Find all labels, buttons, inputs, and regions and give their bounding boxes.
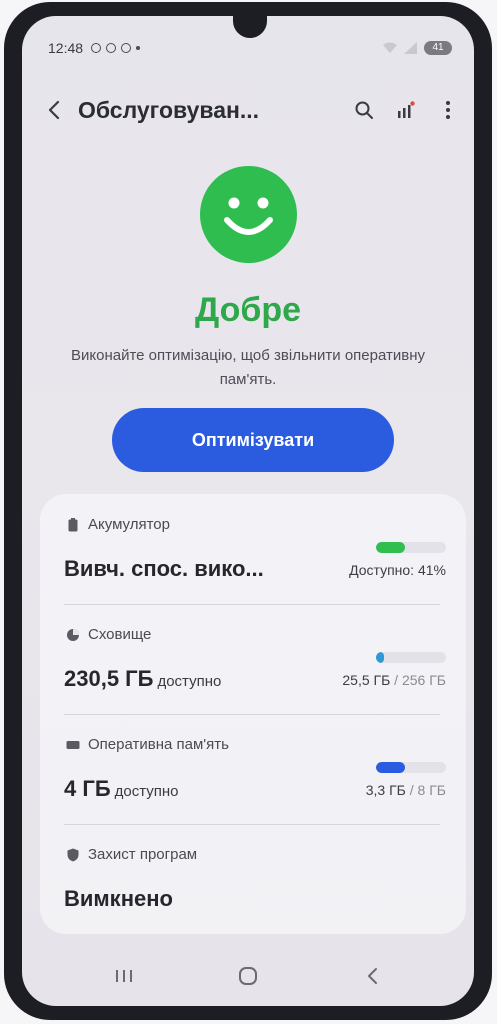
status-label: Добре bbox=[194, 291, 302, 329]
protection-label: Захист програм bbox=[66, 846, 197, 863]
ram-row[interactable]: Оперативна пам'ять 4 ГБ доступно 3,3 ГБ /… bbox=[40, 714, 466, 824]
dot-icon bbox=[136, 46, 141, 50]
battery-progress-bar bbox=[376, 542, 446, 553]
app-protection-row[interactable]: Захист програм Вимкнено bbox=[40, 824, 466, 934]
storage-label-text: Сховище bbox=[88, 626, 152, 643]
recents-icon[interactable] bbox=[104, 956, 144, 996]
status-notification-icons bbox=[91, 43, 141, 53]
header-actions bbox=[352, 98, 460, 122]
status-right: 41 bbox=[382, 41, 452, 55]
protection-label-text: Захист програм bbox=[88, 846, 198, 863]
protection-value: Вимкнено bbox=[64, 886, 173, 911]
battery-usage: Доступно: 41% bbox=[349, 562, 446, 578]
battery-row[interactable]: Акумулятор Вивч. спос. вико... Доступно:… bbox=[40, 494, 466, 604]
battery-progress-fill bbox=[376, 542, 405, 553]
signal-icon bbox=[404, 42, 417, 54]
screen: 12:48 41 Обслуговуван... Добре Виконайте… bbox=[22, 16, 474, 1006]
wifi-icon bbox=[383, 42, 397, 53]
info-card: Акумулятор Вивч. спос. вико... Доступно:… bbox=[40, 494, 466, 934]
ram-usage: 3,3 ГБ / 8 ГБ bbox=[366, 782, 446, 798]
storage-used: 25,5 ГБ bbox=[342, 672, 391, 688]
ram-progress-fill bbox=[376, 762, 405, 773]
search-icon[interactable] bbox=[352, 98, 376, 122]
smiley-face-icon bbox=[200, 166, 297, 263]
storage-value: 230,5 ГБ доступно bbox=[64, 666, 221, 692]
ram-label: Оперативна пам'ять bbox=[66, 736, 229, 753]
storage-progress-fill bbox=[376, 652, 385, 663]
battery-label: Акумулятор bbox=[66, 516, 170, 533]
status-description: Виконайте оптимізацію, щоб звільнити опе… bbox=[70, 347, 426, 388]
ram-value-text: 4 ГБ bbox=[64, 776, 111, 801]
stats-icon[interactable] bbox=[394, 98, 418, 122]
notification-icon bbox=[121, 43, 132, 53]
camera-notch bbox=[233, 16, 267, 38]
optimize-button[interactable]: Оптимізувати bbox=[112, 408, 394, 472]
shield-icon bbox=[66, 848, 80, 862]
back-arrow-icon[interactable] bbox=[40, 96, 68, 124]
storage-sep: / bbox=[390, 672, 402, 688]
storage-progress-bar bbox=[376, 652, 446, 663]
ram-total: 8 ГБ bbox=[417, 782, 446, 798]
storage-label: Сховище bbox=[66, 626, 151, 643]
app-header: Обслуговуван... bbox=[40, 90, 460, 130]
storage-suffix: доступно bbox=[157, 673, 222, 690]
ram-used: 3,3 ГБ bbox=[365, 782, 406, 798]
battery-icon bbox=[66, 517, 80, 532]
storage-value-text: 230,5 ГБ bbox=[64, 666, 154, 691]
page-title: Обслуговуван... bbox=[78, 96, 260, 123]
back-icon[interactable] bbox=[352, 956, 392, 996]
navigation-bar bbox=[22, 946, 474, 1006]
notification-icon bbox=[91, 43, 102, 53]
storage-icon bbox=[66, 628, 80, 642]
home-icon[interactable] bbox=[228, 956, 268, 996]
battery-label-text: Акумулятор bbox=[88, 516, 170, 533]
location-icon bbox=[106, 43, 117, 53]
storage-total: 256 ГБ bbox=[401, 672, 446, 688]
more-vert-icon[interactable] bbox=[436, 98, 460, 122]
battery-value: Вивч. спос. вико... bbox=[64, 556, 264, 581]
phone-frame: 12:48 41 Обслуговуван... Добре Виконайте… bbox=[4, 2, 492, 1020]
battery-indicator: 41 bbox=[424, 41, 452, 55]
ram-value: 4 ГБ доступно bbox=[64, 776, 179, 802]
storage-usage: 25,5 ГБ / 256 ГБ bbox=[342, 672, 446, 688]
status-time: 12:48 bbox=[48, 40, 84, 56]
storage-row[interactable]: Сховище 230,5 ГБ доступно 25,5 ГБ / 256 Г… bbox=[40, 604, 466, 714]
ram-sep: / bbox=[405, 782, 418, 798]
ram-suffix: доступно bbox=[114, 783, 179, 800]
ram-label-text: Оперативна пам'ять bbox=[88, 736, 229, 753]
status-bar: 12:48 41 bbox=[48, 38, 452, 58]
ram-progress-bar bbox=[376, 762, 446, 773]
memory-icon bbox=[66, 738, 80, 752]
